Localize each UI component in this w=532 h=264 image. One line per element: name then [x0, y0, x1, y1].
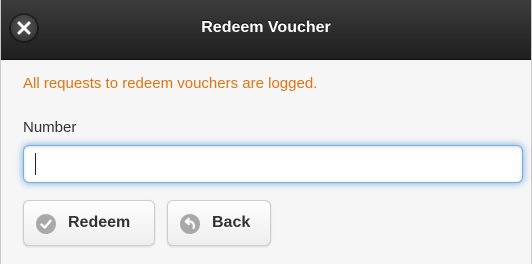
back-arrow-icon — [180, 214, 200, 234]
check-icon — [36, 214, 56, 234]
redeem-button[interactable]: Redeem — [23, 200, 155, 246]
logging-notice: All requests to redeem vouchers are logg… — [23, 75, 318, 92]
dialog-header: Redeem Voucher — [1, 0, 531, 60]
text-caret — [35, 153, 36, 175]
dialog-title: Redeem Voucher — [201, 19, 331, 36]
redeem-voucher-dialog: Redeem Voucher All requests to redeem vo… — [0, 0, 532, 264]
back-button[interactable]: Back — [167, 200, 271, 246]
redeem-button-label: Redeem — [68, 214, 131, 231]
number-label: Number — [23, 119, 77, 136]
number-input[interactable] — [23, 145, 523, 183]
back-button-label: Back — [212, 214, 251, 231]
